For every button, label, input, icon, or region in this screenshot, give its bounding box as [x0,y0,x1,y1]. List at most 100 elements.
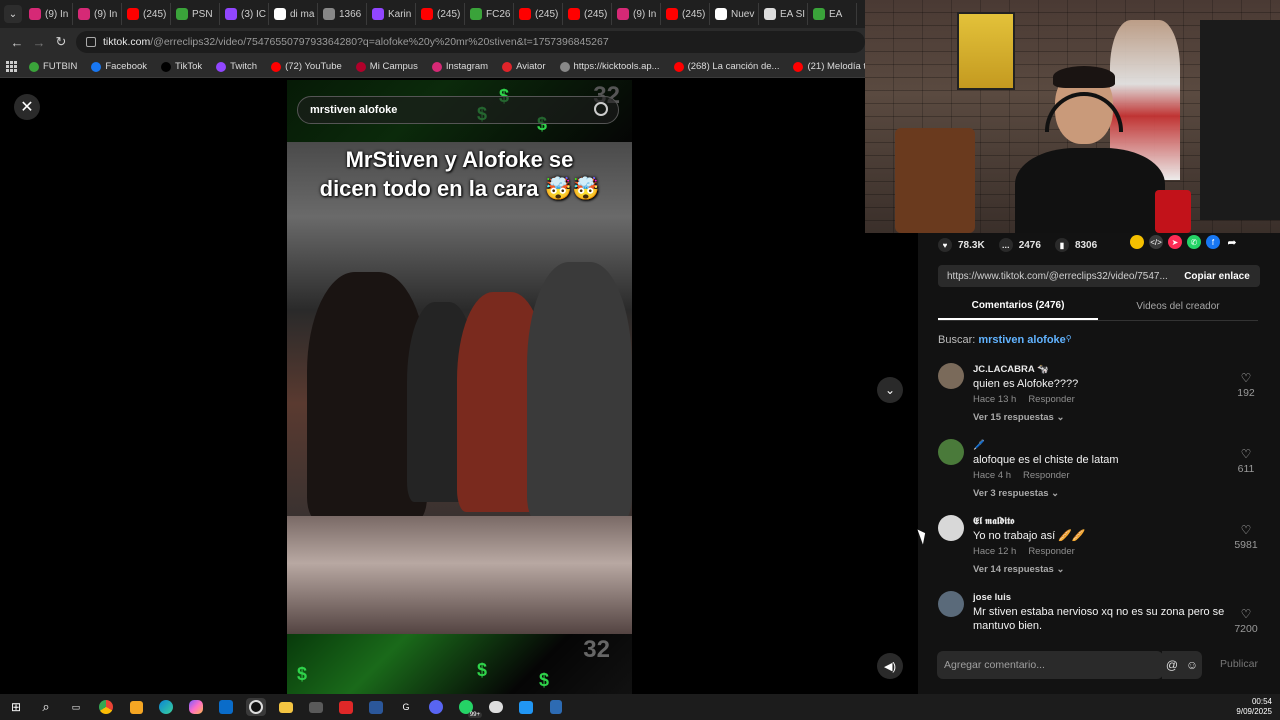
browser-tab[interactable]: (9) In [73,3,122,25]
mention-icon[interactable]: @ [1166,658,1178,672]
copilot-icon[interactable] [186,698,206,716]
tab-creator-videos[interactable]: Videos del creador [1098,293,1258,320]
publish-button[interactable]: Publicar [1220,658,1258,670]
bookmark-item[interactable]: Facebook [91,61,147,72]
bookmark-favicon-icon [502,61,513,72]
bookmark-item[interactable]: Mi Campus [355,61,418,72]
reload-icon[interactable]: ↻ [50,31,72,53]
embed-icon[interactable]: </> [1149,235,1163,249]
app-icon[interactable] [306,698,326,716]
coin-icon[interactable] [1130,235,1144,249]
comment-like-button[interactable]: ♡ 7200 [1232,607,1260,635]
chrome-icon[interactable] [96,698,116,716]
reply-button[interactable]: Responder [1023,470,1069,481]
bookmark-item[interactable]: Twitch [216,61,257,72]
comment-like-button[interactable]: ♡ 611 [1232,447,1260,475]
browser-tab[interactable]: PSN [171,3,220,25]
comment-username[interactable]: JC.LACABRA 🐄 [973,364,1049,375]
avatar[interactable] [938,363,964,389]
browser-tab[interactable]: (245) [563,3,612,25]
browser-tab[interactable]: FC26 [465,3,514,25]
bookmark-item[interactable]: FUTBIN [29,61,77,72]
video-player[interactable]: $ $ $ 32 mrstiven alofoke MrStiven y Alo… [287,80,632,694]
app-cloud-icon[interactable] [486,698,506,716]
reply-button[interactable]: Responder [1028,394,1074,405]
comment-username[interactable]: jose luis [973,592,1011,603]
browser-tab[interactable]: (3) IC [220,3,269,25]
add-comment-input[interactable]: Agregar comentario... [937,651,1163,679]
file-explorer-icon[interactable] [276,698,296,716]
comment-stat[interactable]: … 2476 [998,238,1041,252]
avatar[interactable] [938,591,964,617]
dollar-icon: $ [477,660,488,680]
search-icon[interactable]: ⌕ [36,698,56,716]
bookmark-item[interactable]: Aviator [502,61,546,72]
whatsapp-icon[interactable]: ✆ [1187,235,1201,249]
comment-like-button[interactable]: ♡ 192 [1232,371,1260,399]
tab-favicon-icon [274,8,286,20]
tab-favicon-icon [813,8,825,20]
windows-start-icon[interactable]: ⊞ [6,698,26,716]
bookmark-item[interactable]: TikTok [161,61,202,72]
reply-button[interactable]: Responder [1028,546,1074,557]
avatar[interactable] [938,439,964,465]
apps-grid-icon[interactable] [6,60,17,73]
avatar[interactable] [938,515,964,541]
system-clock[interactable]: 00:54 9/09/2025 [1236,697,1272,718]
browser-tab[interactable]: (9) In [612,3,661,25]
word-icon[interactable] [366,698,386,716]
search-keyword-link[interactable]: mrstiven alofoke [978,334,1065,346]
save-stat[interactable]: ▮ 8306 [1054,238,1097,252]
browser-tab[interactable]: Nuev [710,3,759,25]
bookmark-item[interactable]: (72) YouTube [271,61,342,72]
bookmark-item[interactable]: Instagram [431,61,488,72]
tab-comments[interactable]: Comentarios (2476) [938,293,1098,320]
browser-tab[interactable]: (245) [416,3,465,25]
browser-tab[interactable]: (9) In [24,3,73,25]
photos-icon[interactable] [516,698,536,716]
browser-tab[interactable]: EA [808,3,857,25]
capcut-icon[interactable]: G [396,698,416,716]
like-stat[interactable]: ♥ 78.3K [938,238,985,252]
emoji-icon[interactable]: ☺ [1186,658,1198,672]
whatsapp-icon[interactable]: 99+ [456,698,482,718]
calculator-icon[interactable] [546,698,566,716]
view-replies-button[interactable]: Ver 14 respuestas ⌄ [973,564,1064,575]
close-video-button[interactable]: ✕ [14,94,40,120]
share-arrow-icon[interactable]: ➦ [1225,235,1239,249]
comment-username[interactable]: 🖊️ [973,440,985,451]
obs-icon[interactable] [246,698,266,716]
app-red-icon[interactable] [336,698,356,716]
bookmarks-bar: FUTBIN Facebook TikTok Twitch (72) YouTube Mi… [0,56,865,78]
discord-icon[interactable] [426,698,446,716]
comment-username[interactable]: 𝕰𝖑 𝖒𝖆𝖑𝖉𝖎𝖙𝖔 [973,516,1014,527]
bookmark-item[interactable]: (21) Melodía triste |... [793,61,865,72]
browser-tab[interactable]: (245) [514,3,563,25]
url-field[interactable]: tiktok.com /@erreclips32/video/754765507… [76,31,865,53]
bookmark-item[interactable]: https://kicktools.ap... [559,61,660,72]
tab-search-chevron-icon[interactable]: ⌄ [4,5,22,23]
view-replies-button[interactable]: Ver 15 respuestas ⌄ [973,412,1064,423]
comment-like-button[interactable]: ♡ 5981 [1232,523,1260,551]
outlook-icon[interactable] [216,698,236,716]
copy-link-button[interactable]: Copiar enlace [1174,265,1260,287]
edge-icon[interactable] [156,698,176,716]
volume-button[interactable]: ◀) [877,653,903,679]
browser-tab[interactable]: di ma [269,3,318,25]
view-replies-button[interactable]: Ver 3 respuestas ⌄ [973,488,1059,499]
browser-tab[interactable]: 1366 [318,3,367,25]
store-icon[interactable] [126,698,146,716]
next-video-button[interactable]: ⌄ [877,377,903,403]
back-arrow-icon[interactable]: ← [6,31,28,53]
site-info-icon[interactable] [86,37,96,47]
video-link-field[interactable]: https://www.tiktok.com/@erreclips32/vide… [938,265,1174,287]
browser-tab[interactable]: Karin [367,3,416,25]
forward-arrow-icon[interactable]: → [28,31,50,53]
browser-tab[interactable]: (245) [661,3,710,25]
browser-tab[interactable]: (245) [122,3,171,25]
bookmark-item[interactable]: (268) La canción de... [673,61,779,72]
browser-tab[interactable]: EA SI [759,3,808,25]
facebook-icon[interactable]: f [1206,235,1220,249]
task-view-icon[interactable]: ▭ [66,698,86,716]
send-icon[interactable]: ➤ [1168,235,1182,249]
